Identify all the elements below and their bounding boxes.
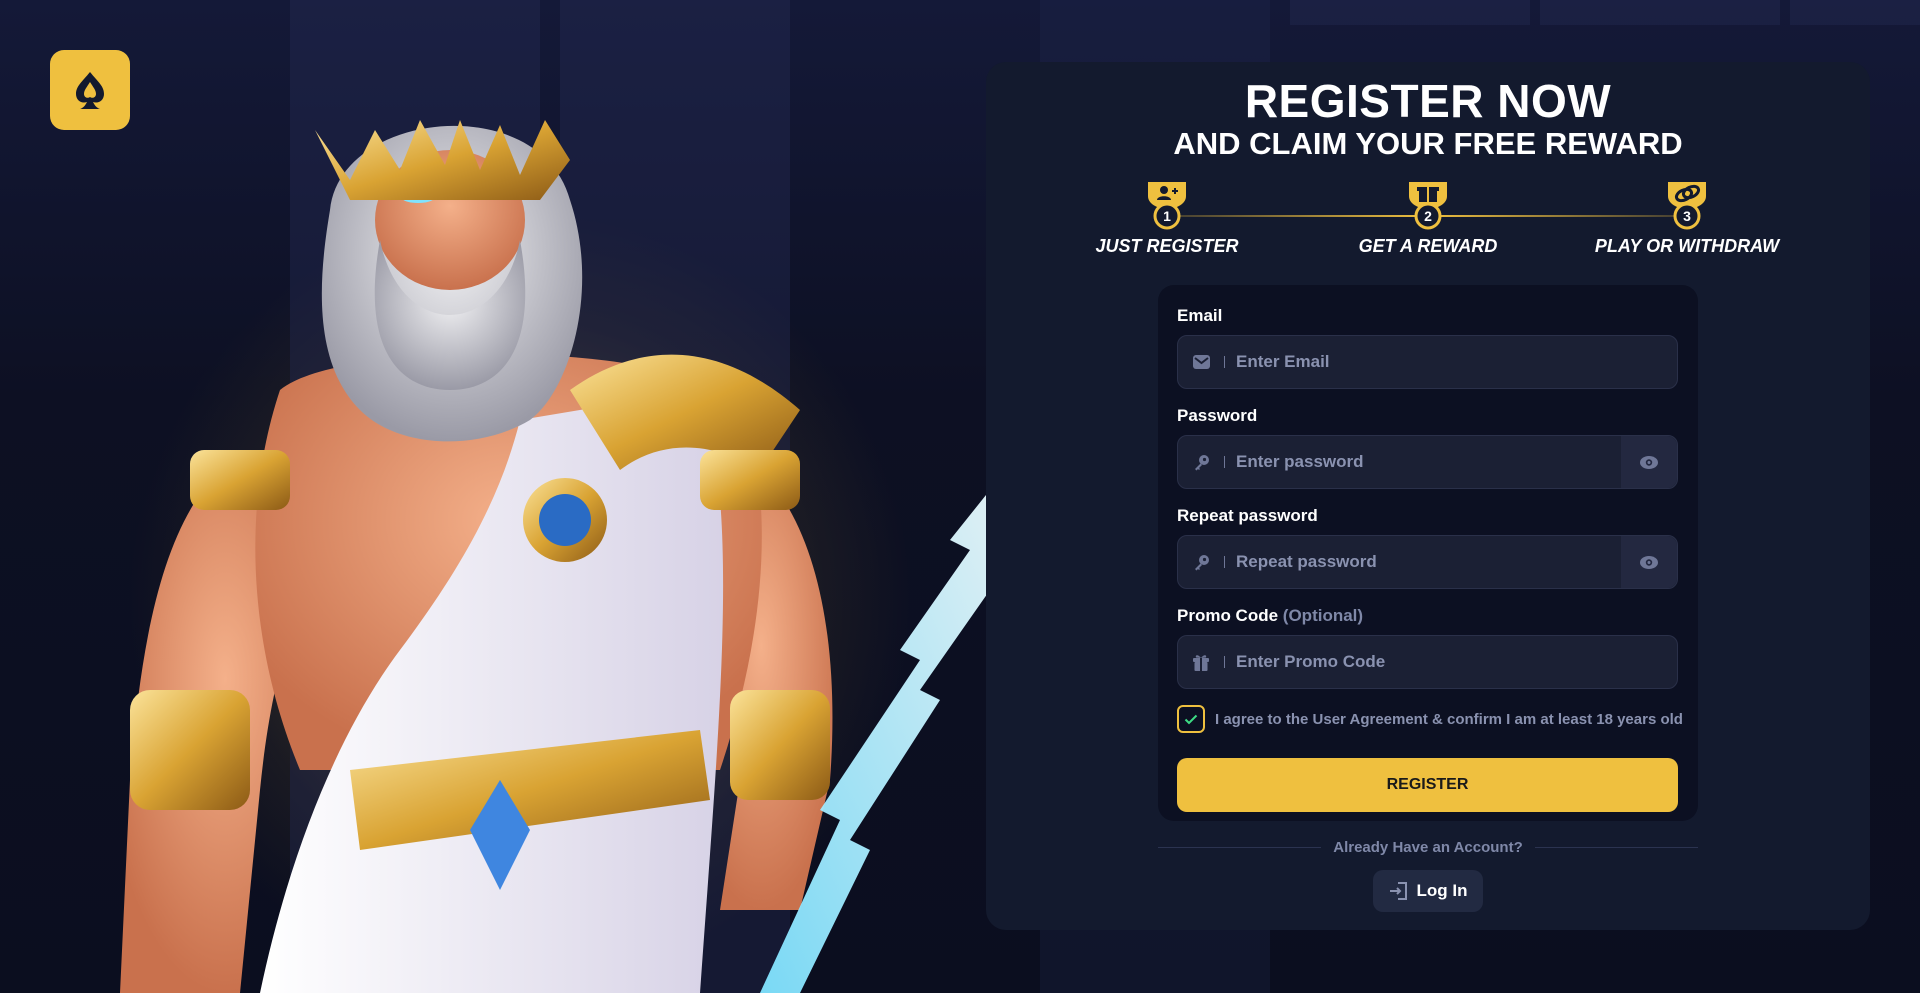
field-separator (1224, 556, 1225, 568)
key-icon (1178, 554, 1224, 571)
step-3: 3 PLAY OR WITHDRAW (1587, 180, 1787, 257)
promo-label: Promo Code (Optional) (1177, 606, 1363, 626)
promo-label-text: Promo Code (1177, 606, 1279, 625)
coins-icon: 3 (1664, 180, 1710, 230)
register-button[interactable]: REGISTER (1177, 758, 1678, 812)
already-have-account-text: Already Have an Account? (1333, 838, 1523, 856)
divider (1534, 846, 1698, 848)
check-icon (1184, 714, 1198, 724)
field-separator (1224, 356, 1225, 368)
eye-icon[interactable] (1621, 536, 1677, 588)
email-input[interactable] (1236, 336, 1677, 388)
step-label: PLAY OR WITHDRAW (1594, 236, 1780, 256)
svg-text:1: 1 (1163, 208, 1171, 224)
promo-optional-text: (Optional) (1282, 606, 1364, 625)
agreement-checkbox[interactable] (1177, 705, 1205, 733)
field-separator (1224, 656, 1225, 668)
repeat-password-input[interactable] (1236, 536, 1621, 588)
password-label: Password (1177, 406, 1258, 425)
key-icon (1178, 454, 1224, 471)
email-field-wrapper (1177, 335, 1678, 389)
register-panel: REGISTER NOW AND CLAIM YOUR FREE REWARD … (986, 62, 1870, 930)
repeat-password-field-wrapper (1177, 535, 1678, 589)
password-field-wrapper (1177, 435, 1678, 489)
promo-code-input[interactable] (1236, 636, 1677, 688)
register-form: Email Password Repeat password (1158, 285, 1698, 821)
gift-icon: 2 (1405, 180, 1451, 230)
repeat-password-label: Repeat password (1177, 506, 1318, 525)
field-separator (1224, 456, 1225, 468)
step-2: 2 GET A REWARD (1328, 180, 1528, 257)
gift-icon (1178, 654, 1224, 671)
already-have-account: Already Have an Account? (1158, 837, 1698, 857)
agreement-text[interactable]: I agree to the User Agreement & confirm … (1215, 711, 1683, 728)
hero-illustration (120, 120, 990, 993)
page-title: REGISTER NOW (1244, 75, 1612, 127)
divider (1158, 846, 1322, 848)
login-icon (1389, 882, 1407, 900)
login-button[interactable]: Log In (1373, 870, 1483, 912)
step-1: 1 JUST REGISTER (1067, 180, 1267, 257)
step-label: JUST REGISTER (1095, 236, 1239, 256)
email-label: Email (1177, 306, 1223, 325)
svg-text:3: 3 (1683, 208, 1691, 224)
login-label: Log In (1416, 881, 1468, 900)
page-subtitle: AND CLAIM YOUR FREE REWARD (1173, 126, 1683, 161)
step-label: GET A REWARD (1358, 236, 1498, 256)
mail-icon (1178, 355, 1224, 369)
promo-field-wrapper (1177, 635, 1678, 689)
svg-text:2: 2 (1424, 208, 1432, 224)
agreement-row: I agree to the User Agreement & confirm … (1177, 705, 1683, 733)
password-input[interactable] (1236, 436, 1621, 488)
eye-icon[interactable] (1621, 436, 1677, 488)
add-user-icon: 1 (1144, 180, 1190, 230)
